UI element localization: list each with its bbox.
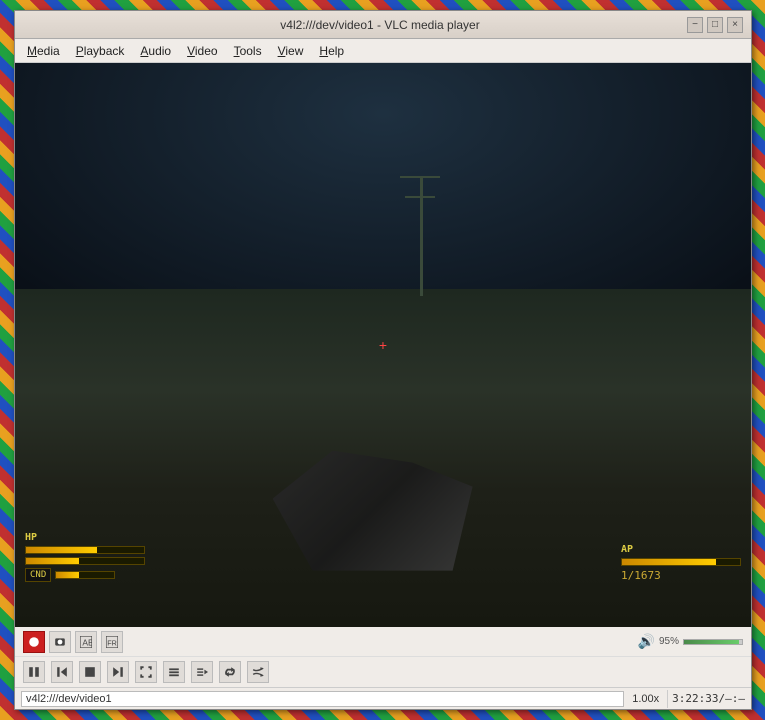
title-bar: v4l2:///dev/video1 - VLC media player − … — [15, 11, 751, 39]
maximize-button[interactable]: □ — [707, 17, 723, 33]
record-button[interactable] — [23, 631, 45, 653]
video-area[interactable]: + HP CND — [15, 63, 751, 627]
menu-playback[interactable]: Playback — [68, 42, 133, 60]
crosshair: + — [379, 337, 387, 353]
ab-loop-button[interactable]: AB — [75, 631, 97, 653]
hp-bar-bg — [25, 546, 145, 554]
snapshot-button[interactable] — [49, 631, 71, 653]
sky-layer — [15, 63, 751, 317]
extended-settings-button[interactable] — [163, 661, 185, 683]
svg-text:AB: AB — [82, 637, 92, 647]
hp-bar-fill — [26, 547, 97, 553]
loop-button[interactable] — [219, 661, 241, 683]
playlist-button[interactable] — [191, 661, 213, 683]
window-controls: − □ × — [687, 17, 743, 33]
volume-area: 🔊 95% — [638, 633, 743, 650]
prev-button[interactable] — [51, 661, 73, 683]
stop-button[interactable] — [79, 661, 101, 683]
status-separator — [667, 690, 668, 708]
random-button[interactable] — [247, 661, 269, 683]
hp-bar2-fill — [26, 558, 79, 564]
menu-bar: Media Playback Audio Video Tools View He… — [15, 39, 751, 63]
close-button[interactable]: × — [727, 17, 743, 33]
pause-button[interactable] — [23, 661, 45, 683]
volume-percent: 95% — [659, 636, 679, 647]
fullscreen-button[interactable] — [135, 661, 157, 683]
playback-time: 3:22:33/–:– — [672, 692, 745, 705]
controls-row1: AB FR 🔊 95% — [15, 627, 751, 657]
hp-label: HP — [25, 532, 145, 543]
frame-step-button[interactable]: FR — [101, 631, 123, 653]
next-button[interactable] — [107, 661, 129, 683]
antenna-object — [420, 176, 423, 296]
video-frame: + HP CND — [15, 63, 751, 627]
hp-bar2-bg — [25, 557, 145, 565]
game-hud: HP CND AP — [15, 532, 751, 582]
menu-view[interactable]: View — [270, 42, 312, 60]
score-display: 1/1673 — [621, 569, 741, 582]
hud-right: AP 1/1673 — [621, 544, 741, 582]
window-title: v4l2:///dev/video1 - VLC media player — [73, 18, 687, 32]
status-bar: v4l2:///dev/video1 1.00x 3:22:33/–:– — [15, 687, 751, 709]
cnd-bar-fill — [56, 572, 79, 578]
hud-left: HP CND — [25, 532, 145, 582]
volume-bar-fill — [684, 640, 739, 644]
media-path: v4l2:///dev/video1 — [21, 691, 624, 707]
minimize-button[interactable]: − — [687, 17, 703, 33]
cnd-bar-bg — [55, 571, 115, 579]
cnd-label: CND — [25, 568, 51, 582]
menu-media[interactable]: Media — [19, 42, 68, 60]
vlc-window: v4l2:///dev/video1 - VLC media player − … — [14, 10, 752, 710]
ap-bar-fill — [622, 559, 716, 565]
ap-bar-bg — [621, 558, 741, 566]
ap-label: AP — [621, 544, 741, 555]
volume-icon: 🔊 — [638, 633, 655, 650]
volume-bar[interactable] — [683, 639, 743, 645]
controls-row2 — [15, 657, 751, 687]
menu-tools[interactable]: Tools — [226, 42, 270, 60]
menu-help[interactable]: Help — [311, 42, 352, 60]
menu-audio[interactable]: Audio — [132, 42, 179, 60]
playback-speed: 1.00x — [628, 693, 663, 705]
menu-video[interactable]: Video — [179, 42, 225, 60]
svg-text:FR: FR — [107, 638, 117, 647]
